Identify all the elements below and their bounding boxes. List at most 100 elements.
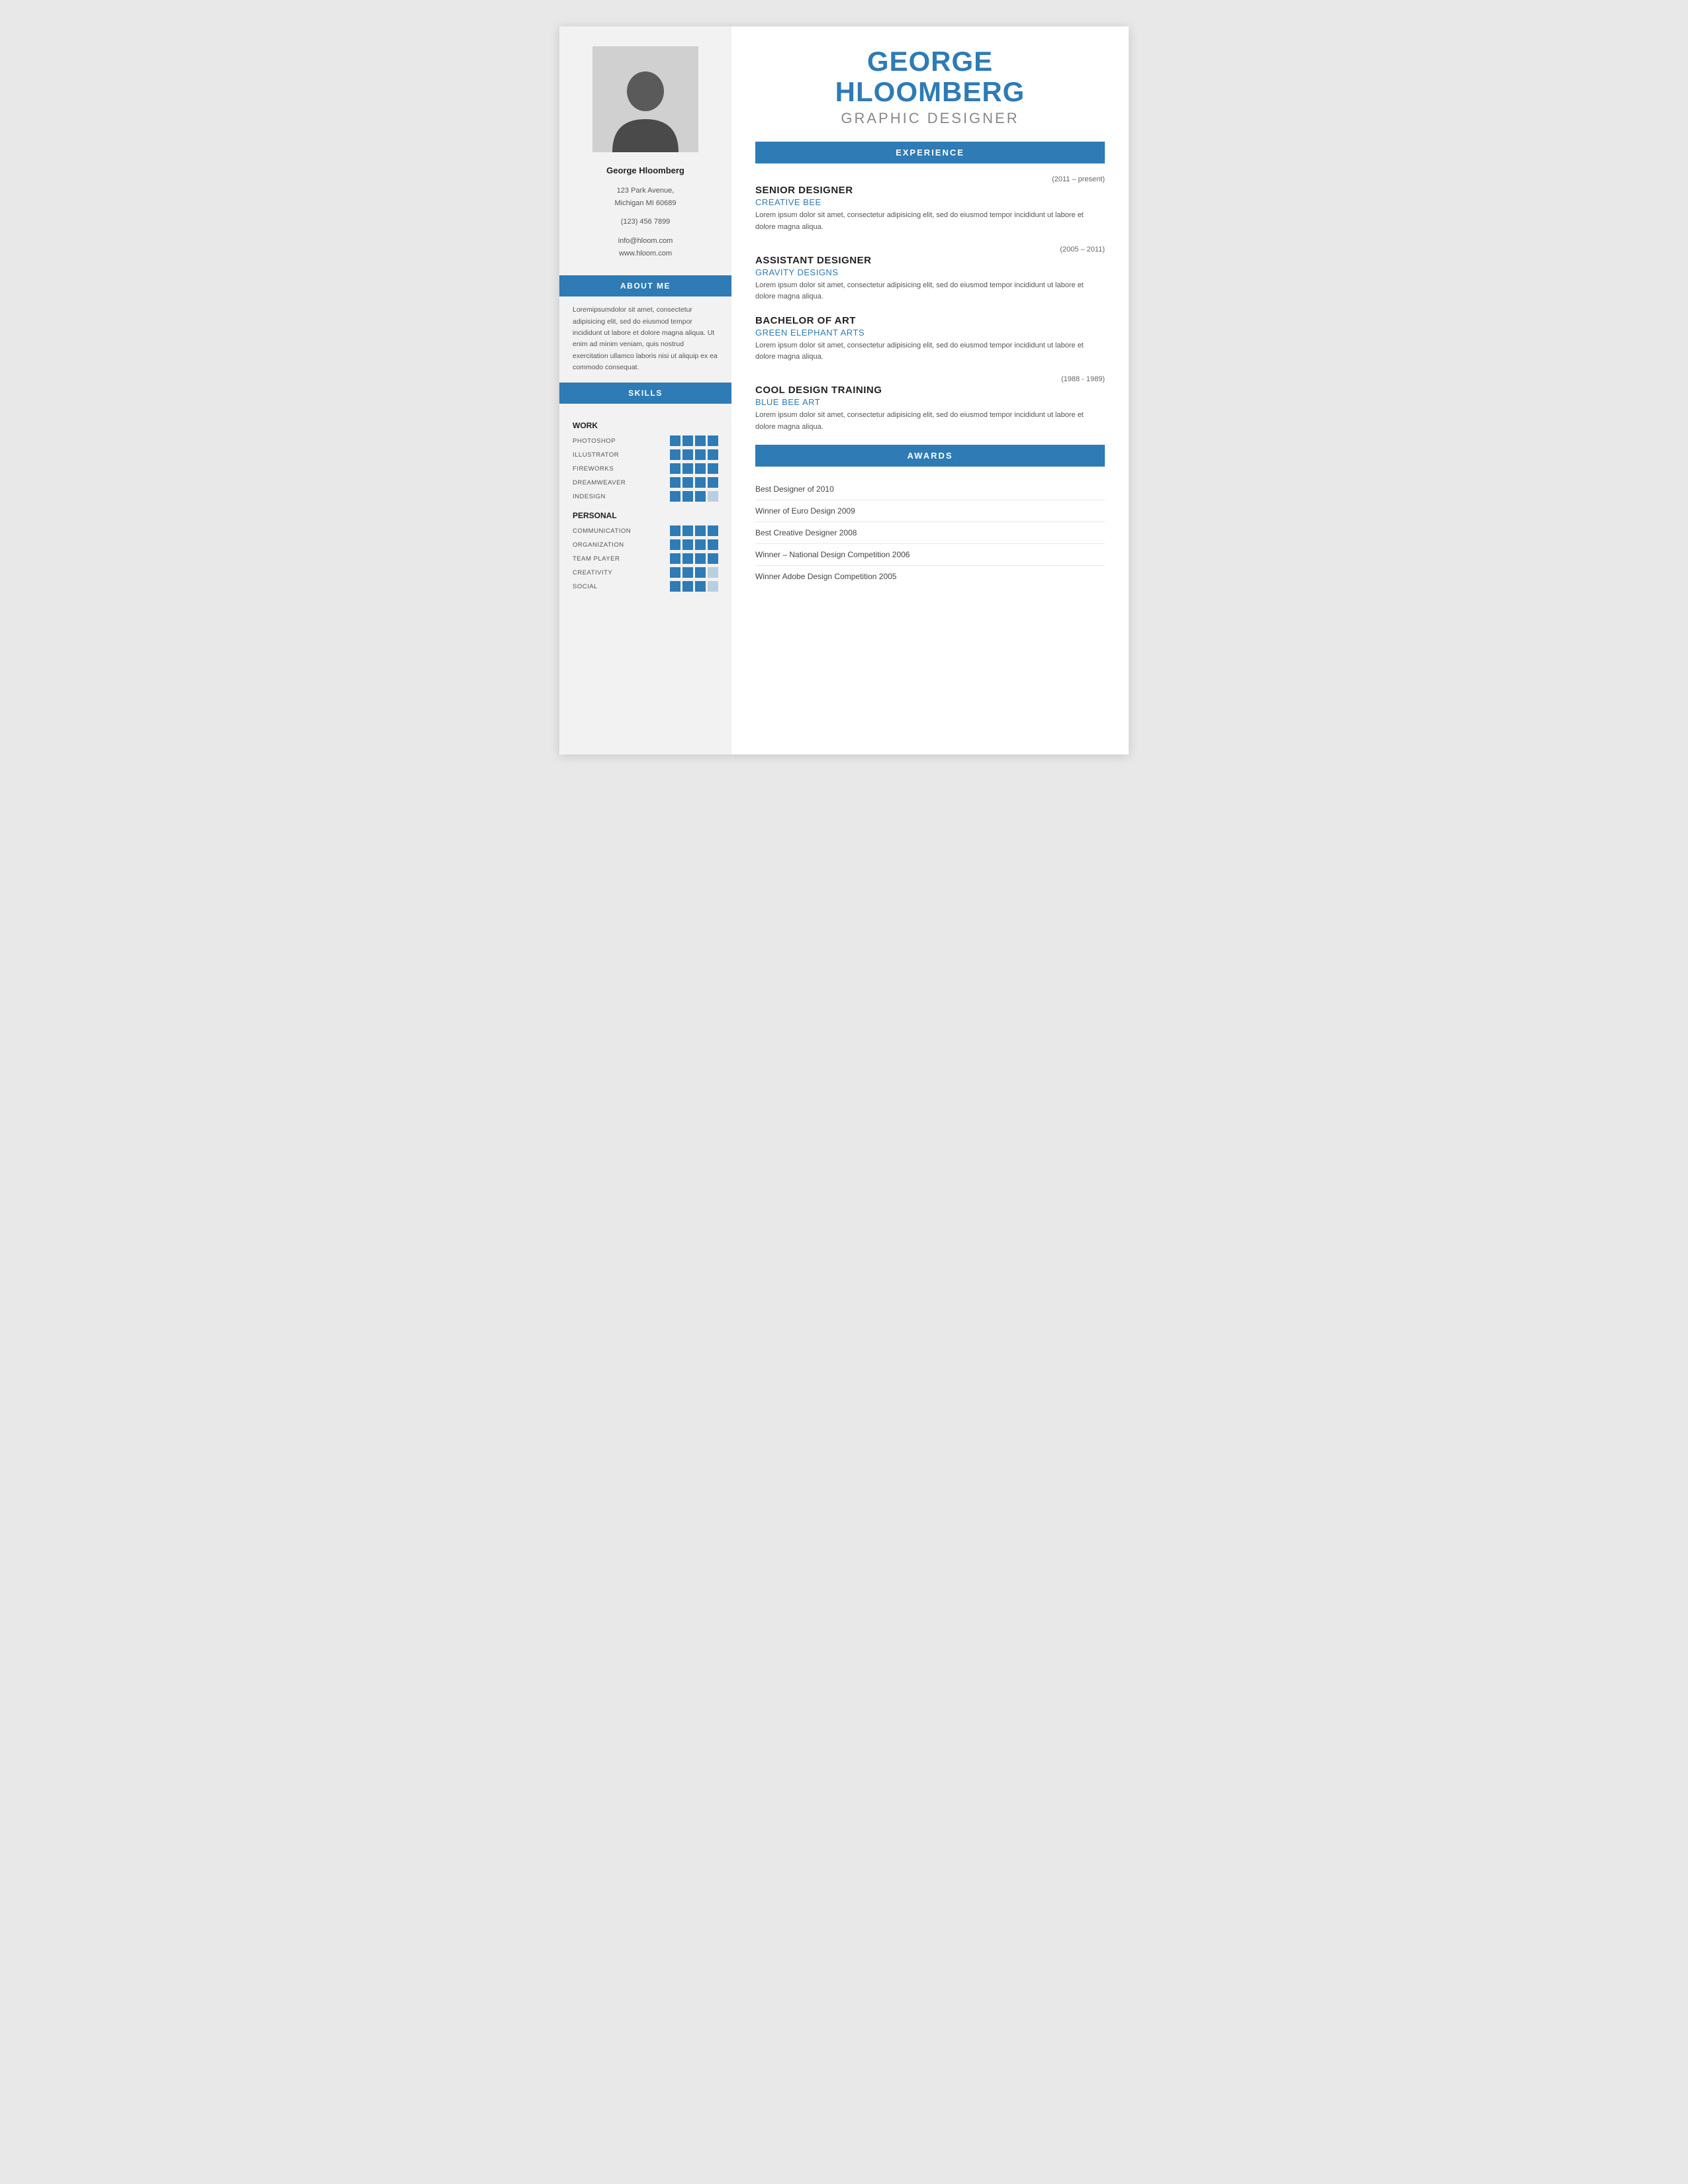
main-name: GEORGE HLOOMBERG: [755, 46, 1105, 107]
about-text: Loremipsumdolor sit amet, consectetur ad…: [559, 304, 731, 373]
contact-section: George Hloomberg 123 Park Avenue, Michig…: [559, 165, 731, 266]
skill-bar-filled: [708, 435, 718, 446]
skill-bar-filled: [670, 435, 680, 446]
skill-bar-filled: [670, 525, 680, 536]
skill-bar-filled: [682, 525, 693, 536]
skill-bars: [670, 477, 718, 488]
skill-bar-filled: [682, 449, 693, 460]
exp-desc: Lorem ipsum dolor sit amet, consectetur …: [755, 210, 1105, 233]
contact-phone: (123) 456 7899: [575, 216, 716, 228]
skill-bar-filled: [695, 553, 706, 564]
skill-row: INDESIGN: [573, 491, 718, 502]
skill-bar-filled: [708, 449, 718, 460]
skill-bars: [670, 539, 718, 550]
awards-list: Best Designer of 2010Winner of Euro Desi…: [755, 478, 1105, 587]
skill-bars: [670, 567, 718, 578]
skill-bars: [670, 525, 718, 536]
skill-bar-filled: [682, 567, 693, 578]
skill-bar-filled: [682, 477, 693, 488]
skill-bar-filled: [695, 491, 706, 502]
skill-bar-filled: [695, 463, 706, 474]
experience-header: EXPERIENCE: [755, 142, 1105, 163]
exp-desc: Lorem ipsum dolor sit amet, consectetur …: [755, 280, 1105, 303]
experience-entry: (1988 - 1989) COOL DESIGN TRAININGBLUE BE…: [755, 375, 1105, 433]
skill-bar-filled: [682, 491, 693, 502]
skill-bar-filled: [682, 553, 693, 564]
skill-bar-filled: [682, 435, 693, 446]
awards-header: AWARDS: [755, 445, 1105, 467]
exp-title: BACHELOR OF ART: [755, 315, 1105, 326]
experience-entry: BACHELOR OF ART GREEN ELEPHANT ARTS Lorem …: [755, 315, 1105, 363]
experience-entry: (2005 – 2011)ASSISTANT DESIGNERGRAVITY D…: [755, 246, 1105, 303]
contact-address: 123 Park Avenue, Michigan MI 60689: [575, 185, 716, 209]
main-title: GRAPHIC DESIGNER: [755, 110, 1105, 127]
skill-bar-filled: [708, 525, 718, 536]
skill-bar-filled: [708, 539, 718, 550]
left-column: George Hloomberg 123 Park Avenue, Michig…: [559, 26, 731, 754]
skill-name: COMMUNICATION: [573, 527, 632, 535]
skill-bar-filled: [670, 491, 680, 502]
work-skills-list: PHOTOSHOP ILLUSTRATOR FIREWORKS DREAMWEAVER…: [573, 435, 718, 502]
contact-email-web: info@hloom.com www.hloom.com: [575, 235, 716, 259]
skill-name: CREATIVITY: [573, 569, 632, 576]
skill-name: ORGANIZATION: [573, 541, 632, 549]
experience-list: (2011 – present)SENIOR DESIGNERCREATIVE …: [755, 175, 1105, 433]
exp-title: SENIOR DESIGNER: [755, 185, 1105, 196]
skill-name: TEAM PLAYER: [573, 555, 632, 563]
skill-bar-filled: [670, 477, 680, 488]
skill-bar-filled: [682, 539, 693, 550]
skill-name: ILLUSTRATOR: [573, 451, 632, 459]
exp-date: (1988 - 1989): [755, 375, 1105, 383]
skill-row: PHOTOSHOP: [573, 435, 718, 446]
skill-row: CREATIVITY: [573, 567, 718, 578]
skill-row: FIREWORKS: [573, 463, 718, 474]
exp-company: CREATIVE BEE: [755, 197, 1105, 207]
skill-bar-filled: [695, 567, 706, 578]
exp-desc: Lorem ipsum dolor sit amet, consectetur …: [755, 340, 1105, 363]
personal-skills-label: PERSONAL: [573, 511, 718, 520]
skill-bar-filled: [670, 539, 680, 550]
skills-section: WORK PHOTOSHOP ILLUSTRATOR FIREWORKS DREAMW…: [559, 412, 731, 595]
skill-name: SOCIAL: [573, 583, 632, 590]
skill-row: ILLUSTRATOR: [573, 449, 718, 460]
exp-date: (2005 – 2011): [755, 246, 1105, 253]
award-item: Winner – National Design Competition 200…: [755, 544, 1105, 566]
skill-row: COMMUNICATION: [573, 525, 718, 536]
work-skills-label: WORK: [573, 421, 718, 430]
exp-company: GREEN ELEPHANT ARTS: [755, 328, 1105, 338]
skill-name: INDESIGN: [573, 493, 632, 500]
skill-bar-filled: [682, 581, 693, 592]
personal-skills-list: COMMUNICATION ORGANIZATION TEAM PLAYER CREA…: [573, 525, 718, 592]
skill-bar-filled: [708, 463, 718, 474]
resume-page: George Hloomberg 123 Park Avenue, Michig…: [559, 26, 1129, 754]
skill-bar-filled: [708, 553, 718, 564]
skill-bars: [670, 491, 718, 502]
skill-bar-filled: [695, 539, 706, 550]
award-item: Best Creative Designer 2008: [755, 522, 1105, 544]
skill-bar-filled: [670, 463, 680, 474]
skill-bar-empty: [708, 567, 718, 578]
skill-bar-filled: [670, 449, 680, 460]
skill-bar-filled: [695, 477, 706, 488]
skill-bar-filled: [670, 553, 680, 564]
skill-bar-filled: [695, 435, 706, 446]
skill-name: FIREWORKS: [573, 465, 632, 473]
skill-bar-filled: [695, 581, 706, 592]
skill-row: DREAMWEAVER: [573, 477, 718, 488]
skill-bar-filled: [695, 449, 706, 460]
right-column: GEORGE HLOOMBERG GRAPHIC DESIGNER EXPERI…: [731, 26, 1129, 754]
skill-bar-filled: [695, 525, 706, 536]
skill-name: DREAMWEAVER: [573, 479, 632, 486]
exp-company: GRAVITY DESIGNS: [755, 267, 1105, 277]
award-item: Winner Adobe Design Competition 2005: [755, 566, 1105, 587]
exp-title: COOL DESIGN TRAINING: [755, 385, 1105, 396]
skill-bars: [670, 553, 718, 564]
skill-bar-empty: [708, 581, 718, 592]
skill-name: PHOTOSHOP: [573, 437, 632, 445]
skills-header: SKILLS: [559, 383, 731, 404]
avatar-container: [559, 26, 731, 165]
name-title-section: GEORGE HLOOMBERG GRAPHIC DESIGNER: [755, 46, 1105, 127]
exp-company: BLUE BEE ART: [755, 397, 1105, 407]
skill-bar-filled: [682, 463, 693, 474]
experience-entry: (2011 – present)SENIOR DESIGNERCREATIVE …: [755, 175, 1105, 233]
